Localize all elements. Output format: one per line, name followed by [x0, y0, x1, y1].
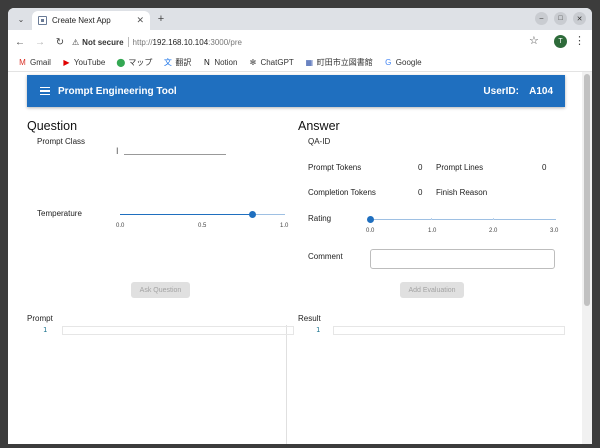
temperature-slider-thumb[interactable] [248, 211, 256, 218]
warning-icon[interactable]: ⚠ [72, 38, 79, 47]
bookmark-google[interactable]: G Google [384, 58, 421, 67]
rating-label: Rating [308, 214, 332, 223]
rating-slider-mark [431, 218, 432, 220]
chatgpt-icon: ✻ [249, 58, 257, 67]
tab-favicon-icon [38, 16, 47, 25]
bookmarks-bar: M Gmail ▶ YouTube ⬤ マップ 文翻訳 N Notion ✻ ChatGP… [8, 54, 592, 72]
google-icon: G [385, 58, 392, 67]
library-icon: ▦ [305, 58, 314, 67]
prompt-class-input[interactable] [124, 154, 226, 155]
line-number: 1 [316, 326, 321, 334]
line-number: 1 [43, 326, 48, 334]
rating-slider-thumb[interactable] [366, 216, 374, 223]
prompt-editor-label: Prompt [27, 314, 53, 323]
user-id-label: UserID: [483, 85, 519, 97]
completion-tokens-label: Completion Tokens [308, 188, 376, 197]
youtube-icon: ▶ [63, 58, 70, 67]
hamburger-menu-icon[interactable] [40, 86, 50, 96]
rating-slider-rail[interactable] [370, 219, 556, 220]
bookmark-library[interactable]: ▦ 町田市立図書館 [305, 57, 373, 68]
maps-pin-icon: ⬤ [116, 58, 126, 67]
tab-title: Create Next App [52, 16, 111, 25]
tab-strip: ⌄ Create Next App ✕ + – □ ✕ [8, 8, 592, 30]
address-separator [127, 37, 129, 47]
rating-tick: 2.0 [489, 228, 498, 234]
scrollbar-thumb[interactable] [584, 74, 590, 306]
bookmark-star-icon[interactable]: ☆ [529, 34, 539, 47]
tab-search-icon[interactable]: ⌄ [14, 12, 28, 26]
gmail-icon: M [19, 58, 26, 67]
url-path: :3000/pre [208, 37, 242, 47]
bookmark-notion[interactable]: N Notion [202, 58, 238, 67]
app-bar: Prompt Engineering Tool UserID: A104 [27, 75, 565, 107]
back-arrow-icon[interactable]: ← [12, 34, 28, 50]
forward-arrow-icon[interactable]: → [32, 34, 48, 50]
notion-icon: N [203, 58, 210, 67]
security-label[interactable]: Not secure [82, 38, 123, 47]
address-bar[interactable]: ⚠ Not secure http:// 192.168.10.104 :300… [72, 33, 542, 51]
app-title: Prompt Engineering Tool [58, 85, 177, 97]
profile-avatar[interactable]: T [554, 35, 567, 48]
url-scheme: http:// [132, 37, 153, 47]
url-host: 192.168.10.104 [152, 37, 209, 47]
result-editor-label: Result [298, 314, 321, 323]
browser-window: ⌄ Create Next App ✕ + – □ ✕ ← → ↻ ⚠ Not … [8, 8, 592, 444]
prompt-lines-value: 0 [542, 163, 547, 172]
bookmark-gmail[interactable]: M Gmail [18, 58, 51, 67]
page-scrollbar[interactable] [582, 72, 592, 444]
temperature-tick: 1.0 [280, 223, 289, 229]
bookmark-translate[interactable]: 文翻訳 [163, 57, 192, 68]
completion-tokens-value: 0 [418, 188, 423, 197]
temperature-tick: 0.5 [198, 223, 207, 229]
ask-question-button[interactable]: Ask Question [131, 282, 190, 298]
bookmark-chatgpt[interactable]: ✻ ChatGPT [248, 58, 294, 67]
comment-label: Comment [308, 252, 343, 261]
maximize-icon[interactable]: □ [554, 12, 567, 25]
question-heading: Question [27, 119, 78, 133]
prompt-editor[interactable]: 1 [27, 325, 294, 444]
prompt-lines-label: Prompt Lines [436, 163, 484, 172]
browser-tab[interactable]: Create Next App ✕ [32, 11, 150, 30]
result-editor[interactable]: 1 [298, 325, 566, 444]
minimize-icon[interactable]: – [535, 12, 548, 25]
answer-heading: Answer [298, 119, 340, 133]
comment-input[interactable] [370, 249, 555, 269]
finish-reason-label: Finish Reason [436, 188, 488, 197]
reload-icon[interactable]: ↻ [52, 34, 68, 50]
temperature-slider-rail[interactable] [251, 214, 285, 215]
qa-id-label: QA-ID [308, 137, 331, 146]
close-window-icon[interactable]: ✕ [573, 12, 586, 25]
rating-tick: 3.0 [550, 228, 559, 234]
current-line-highlight [62, 326, 294, 335]
new-tab-icon[interactable]: + [154, 12, 168, 26]
prompt-tokens-label: Prompt Tokens [308, 163, 362, 172]
close-tab-icon[interactable]: ✕ [136, 15, 144, 26]
browser-toolbar: ← → ↻ ⚠ Not secure http:// 192.168.10.10… [8, 30, 592, 54]
rating-tick: 1.0 [428, 228, 437, 234]
temperature-slider-track[interactable] [120, 214, 251, 215]
user-id-value: A104 [529, 85, 553, 97]
add-evaluation-button[interactable]: Add Evaluation [400, 282, 464, 298]
rating-slider-mark [493, 218, 494, 220]
current-line-highlight [333, 326, 565, 335]
bookmark-maps[interactable]: ⬤ マップ [116, 57, 152, 68]
bookmark-youtube[interactable]: ▶ YouTube [62, 58, 105, 67]
prompt-class-label: Prompt Class [37, 137, 86, 146]
temperature-tick: 0.0 [116, 223, 125, 229]
window-controls: – □ ✕ [535, 12, 586, 25]
translate-icon: 文 [163, 58, 172, 67]
rating-tick: 0.0 [366, 228, 375, 234]
temperature-label: Temperature [37, 209, 82, 218]
text-cursor-icon: I [116, 146, 119, 156]
prompt-tokens-value: 0 [418, 163, 423, 172]
page-content: Prompt Engineering Tool UserID: A104 Que… [8, 72, 592, 444]
browser-menu-icon[interactable]: ⋮ [574, 34, 585, 47]
